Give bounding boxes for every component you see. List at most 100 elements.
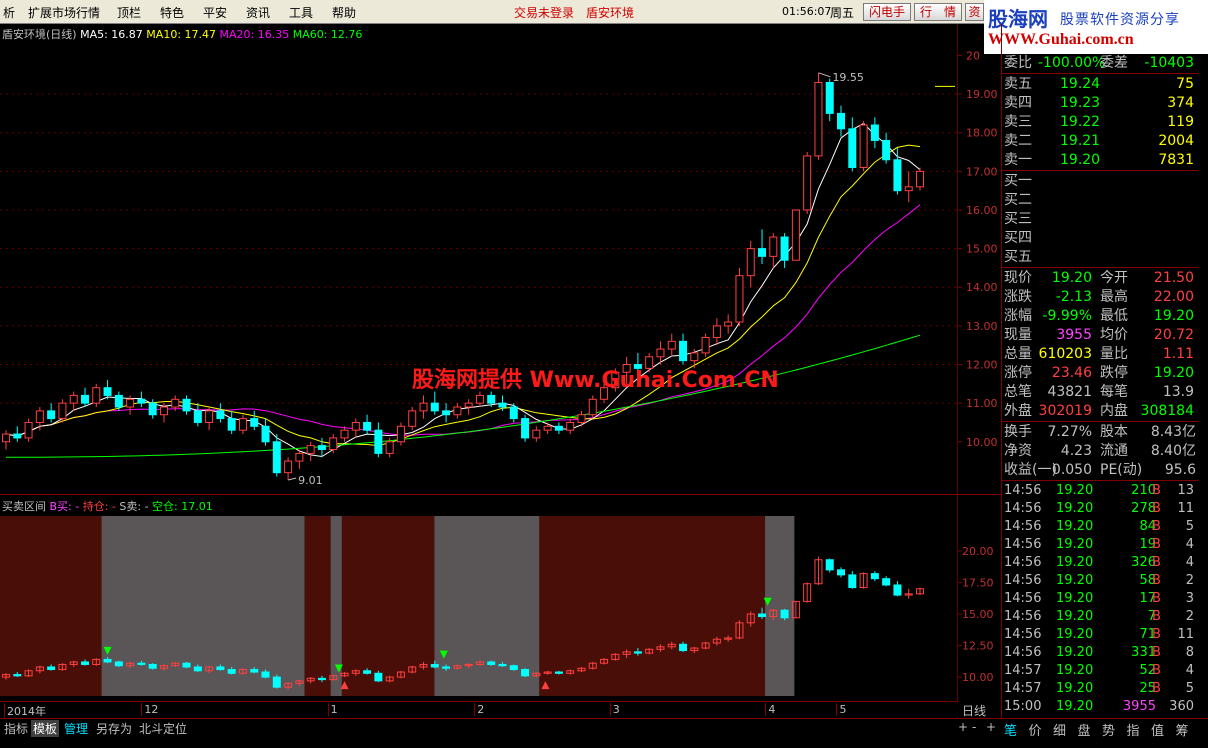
candlestick[interactable]	[69, 391, 78, 411]
candlestick[interactable]	[272, 434, 281, 477]
candlestick[interactable]	[724, 314, 733, 334]
candlestick[interactable]	[521, 414, 530, 442]
tick-row[interactable]: 14:57 19.20 52 B 4	[1002, 662, 1198, 680]
menu-item-extended-market[interactable]: 扩展市场行情	[28, 4, 100, 21]
tick-row[interactable]: 14:56 19.20 71 B 11	[1002, 626, 1198, 644]
candlestick[interactable]	[554, 422, 563, 435]
candlestick[interactable]	[193, 403, 202, 427]
tick-row[interactable]: 14:56 19.20 84 B 5	[1002, 518, 1198, 536]
candlestick[interactable]	[227, 410, 236, 435]
candlestick[interactable]	[47, 403, 56, 423]
candlestick[interactable]	[351, 418, 360, 438]
candlestick[interactable]	[701, 333, 710, 357]
candlestick[interactable]	[182, 395, 191, 415]
template-tab[interactable]: 模板	[31, 720, 60, 737]
menu-item-analysis[interactable]: 析	[3, 4, 15, 21]
right-tab-5[interactable]: 指	[1127, 720, 1140, 739]
candlestick[interactable]	[712, 318, 721, 346]
candlestick[interactable]	[340, 426, 349, 442]
candlestick[interactable]	[904, 171, 913, 203]
candlestick[interactable]	[464, 399, 473, 415]
candlestick[interactable]	[92, 383, 101, 408]
expand-button[interactable]: +	[986, 720, 996, 734]
candlestick[interactable]	[250, 410, 259, 431]
candlestick[interactable]	[430, 391, 439, 415]
candlestick[interactable]	[238, 414, 247, 435]
period-label[interactable]: 日线	[962, 702, 986, 719]
tick-row[interactable]: 15:00 19.20 3955 360	[1002, 698, 1198, 716]
candlestick[interactable]	[769, 233, 778, 268]
menu-item-news[interactable]: 资讯	[246, 4, 270, 21]
indicator-tab[interactable]: 指标	[4, 720, 28, 737]
tick-row[interactable]: 14:56 19.20 278 B 11	[1002, 500, 1198, 518]
main-candlestick-chart[interactable]: 19.55 9.01	[0, 40, 958, 492]
candlestick[interactable]	[780, 233, 789, 268]
candlestick[interactable]	[814, 72, 823, 160]
menu-item-topbar[interactable]: 顶栏	[117, 4, 141, 21]
flash-trade-button[interactable]: 闪电手	[863, 3, 911, 21]
candlestick[interactable]	[870, 117, 879, 149]
candlestick[interactable]	[216, 403, 225, 423]
candlestick[interactable]	[848, 117, 857, 172]
candlestick[interactable]	[543, 422, 552, 435]
tick-row[interactable]: 14:56 19.20 7 B 2	[1002, 608, 1198, 626]
candlestick[interactable]	[80, 387, 89, 408]
candlestick[interactable]	[532, 426, 541, 442]
candlestick[interactable]	[408, 407, 417, 431]
quote-button[interactable]: 行 情	[914, 3, 962, 21]
candlestick[interactable]	[837, 105, 846, 137]
candlestick[interactable]	[916, 167, 924, 191]
buy-sell-zone-chart[interactable]	[0, 514, 958, 700]
candlestick[interactable]	[419, 395, 428, 419]
right-tab-4[interactable]: 势	[1102, 720, 1115, 739]
candlestick[interactable]	[205, 407, 214, 431]
tick-row[interactable]: 14:57 19.20 25 B 5	[1002, 680, 1198, 698]
menu-item-features[interactable]: 特色	[160, 4, 184, 21]
right-tab-6[interactable]: 值	[1151, 720, 1164, 739]
candlestick[interactable]	[103, 379, 112, 400]
candlestick[interactable]	[859, 121, 868, 172]
tick-row[interactable]: 14:56 19.20 19 B 4	[1002, 536, 1198, 554]
candlestick[interactable]	[667, 333, 676, 357]
candlestick[interactable]	[566, 418, 575, 435]
manage-tab[interactable]: 管理	[64, 720, 88, 737]
news-button[interactable]: 资	[965, 3, 984, 21]
candlestick[interactable]	[735, 267, 744, 326]
candlestick[interactable]	[758, 229, 767, 265]
candlestick[interactable]	[114, 391, 123, 411]
login-status[interactable]: 交易未登录	[514, 4, 574, 21]
beidou-locate-tab[interactable]: 北斗定位	[139, 720, 187, 737]
tick-row[interactable]: 14:56 19.20 210 B 13	[1002, 482, 1198, 500]
candlestick[interactable]	[137, 391, 146, 408]
candlestick[interactable]	[35, 407, 44, 431]
tick-row[interactable]: 14:56 19.20 331 B 8	[1002, 644, 1198, 662]
menu-item-pingan[interactable]: 平安	[203, 4, 227, 21]
candlestick[interactable]	[58, 399, 67, 423]
candlestick[interactable]	[306, 441, 315, 462]
right-tab-0[interactable]: 笔	[1004, 720, 1017, 739]
right-tab-1[interactable]: 价	[1029, 720, 1042, 739]
candlestick[interactable]	[893, 148, 902, 195]
zoom-in-button[interactable]: +	[958, 720, 968, 734]
zoom-out-button[interactable]: -	[972, 720, 976, 734]
right-tab-2[interactable]: 细	[1053, 720, 1066, 739]
menu-item-tools[interactable]: 工具	[289, 4, 313, 21]
candlestick[interactable]	[13, 426, 22, 442]
menu-item-help[interactable]: 帮助	[332, 4, 356, 21]
tick-row[interactable]: 14:56 19.20 17 B 3	[1002, 590, 1198, 608]
candlestick[interactable]	[24, 418, 33, 442]
candlestick[interactable]	[509, 403, 518, 423]
candlestick[interactable]	[363, 414, 372, 435]
candlestick[interactable]	[2, 430, 10, 450]
save-as-tab[interactable]: 另存为	[96, 720, 132, 737]
candlestick[interactable]	[261, 418, 270, 446]
candlestick[interactable]	[791, 209, 800, 261]
candlestick[interactable]	[295, 449, 304, 469]
tick-row[interactable]: 14:56 19.20 326 B 4	[1002, 554, 1198, 572]
right-tab-3[interactable]: 盘	[1078, 720, 1091, 739]
candlestick[interactable]	[825, 78, 834, 122]
candlestick[interactable]	[882, 132, 891, 164]
candlestick[interactable]	[374, 422, 383, 458]
tick-row[interactable]: 14:56 19.20 58 B 2	[1002, 572, 1198, 590]
candlestick[interactable]	[679, 333, 688, 365]
